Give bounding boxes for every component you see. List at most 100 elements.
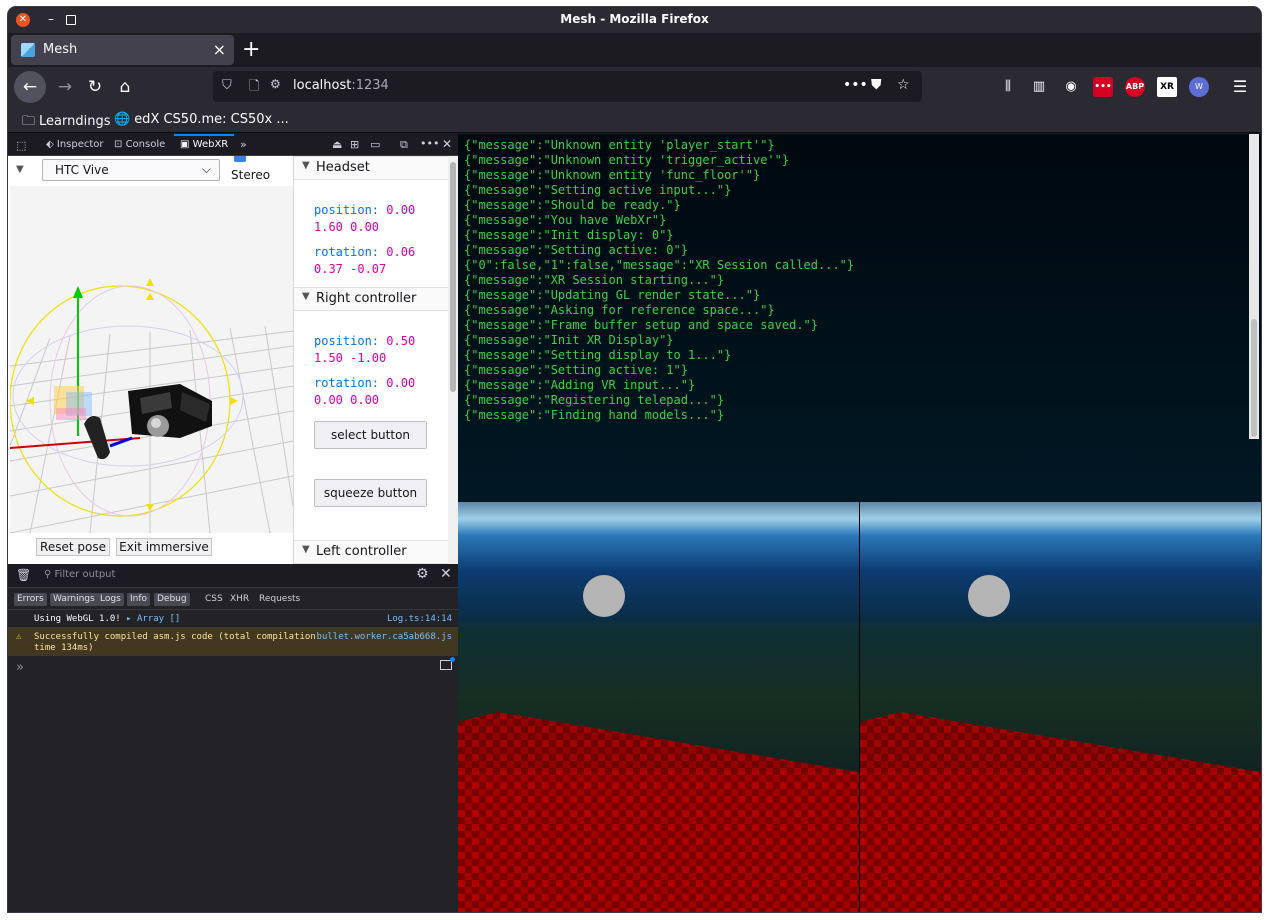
tab-inspector[interactable]: ⬖ Inspector [46, 139, 104, 150]
scrollbar-thumb[interactable] [450, 162, 456, 392]
folder-icon: 🗀 [22, 114, 36, 129]
page-content[interactable]: {"message":"Unknown entity 'player_start… [458, 134, 1261, 912]
log-scrollbar-thumb[interactable] [1251, 319, 1257, 437]
log-line: {"message":"Unknown entity 'player_start… [464, 138, 775, 152]
rotation-x-value[interactable]: 0.00 [386, 376, 415, 390]
extension-lastpass-icon[interactable]: ••• [1093, 77, 1113, 97]
extension-adblock-icon[interactable]: ABP [1125, 77, 1145, 97]
tab-webxr[interactable]: ▣ WebXR [180, 139, 228, 150]
filter-css[interactable]: CSS [205, 594, 223, 604]
reload-button[interactable]: ↻ [82, 74, 108, 100]
console-message-warning: ⚠ Successfully compiled asm.js code (tot… [8, 628, 458, 656]
filter-xhr[interactable]: XHR [230, 594, 249, 604]
reset-pose-button[interactable]: Reset pose [36, 538, 110, 556]
console-input-prompt[interactable]: » [16, 660, 24, 675]
position-x-value[interactable]: 0.50 [386, 334, 415, 348]
filter-errors[interactable]: Errors [14, 593, 47, 606]
console-settings-icon[interactable]: ⚙ [416, 566, 429, 582]
rotation-yz-value[interactable]: 0.37 -0.07 [314, 262, 386, 276]
stereo-checkbox[interactable] [234, 156, 246, 162]
log-scrollbar[interactable] [1249, 134, 1259, 439]
console-sidebar-icon[interactable] [440, 657, 455, 670]
active-tab-indicator [174, 134, 234, 136]
clear-console-icon[interactable]: 🗑 [16, 568, 31, 582]
title-bar: ✕ – Mesh - Mozilla Firefox [8, 7, 1261, 33]
bookmark-learndings[interactable]: 🗀 Learndings [22, 112, 110, 134]
console-message-log: Using WebGL 1.0! ▸ Array [] Log.ts:14:14 [8, 610, 458, 628]
url-host: localhost [293, 78, 352, 93]
exit-immersive-button[interactable]: Exit immersive [116, 538, 212, 556]
device-select-value: HTC Vive [55, 163, 109, 177]
xr-device-3d-view[interactable] [10, 186, 293, 533]
squeeze-button[interactable]: squeeze button [314, 479, 427, 507]
responsive-mode-icon[interactable]: ⏏ [332, 138, 342, 151]
page-actions-icon[interactable]: ••• [843, 77, 868, 93]
warning-source-link[interactable]: bullet.worker.ca5ab668.js [317, 632, 452, 642]
log-array[interactable]: ▸ Array [] [126, 614, 180, 624]
log-lines: {"message":"Unknown entity 'player_start… [464, 138, 854, 423]
filter-warnings[interactable]: Warnings [50, 593, 98, 606]
left-controller-title: Left controller [316, 544, 407, 559]
bookmark-edx-cs50[interactable]: 🌐 edX CS50.me: CS50x ... [114, 112, 289, 127]
sidebar-icon[interactable]: ▥ [1029, 77, 1049, 97]
filter-logs[interactable]: Logs [97, 593, 124, 606]
log-text: Using WebGL 1.0! ▸ Array [] [34, 614, 180, 625]
filter-output-input[interactable]: ⚲ Filter output [44, 569, 115, 580]
url-text: localhost:1234 [293, 78, 389, 93]
more-tabs-icon[interactable]: » [240, 138, 247, 151]
rotation-x-value[interactable]: 0.06 [386, 245, 415, 259]
tab-bar: Mesh × + [8, 33, 1261, 67]
right-controller-section-header[interactable]: ▼ Right controller [294, 287, 449, 311]
library-icon[interactable]: ⫼ [998, 77, 1018, 97]
page-icon: 🗋 [249, 79, 260, 94]
forward-button[interactable]: → [52, 74, 78, 100]
back-button[interactable]: ← [14, 71, 46, 103]
tab-favicon-icon [21, 43, 35, 57]
warning-message-line2: time 134ms) [34, 643, 94, 653]
device-select[interactable]: HTC Vive ⌵ [42, 159, 220, 181]
pick-frame-icon[interactable]: ⊞ [350, 138, 359, 151]
filter-info[interactable]: Info [127, 593, 151, 606]
stereo-effect-toggle[interactable]: Stereo [231, 156, 271, 182]
select-button[interactable]: select button [314, 421, 427, 449]
url-bar[interactable]: ⛉ 🗋 ⚙ localhost:1234 ••• ⛊ ☆ [213, 71, 922, 102]
tab-console[interactable]: ⊡ Console [114, 139, 165, 150]
filter-placeholder: Filter output [54, 569, 116, 580]
collapse-triangle-icon[interactable]: ▼ [16, 164, 24, 175]
position-key: position: [314, 334, 380, 348]
home-button[interactable]: ⌂ [112, 74, 138, 100]
element-picker-icon[interactable]: ⬚ [16, 139, 26, 152]
devtools-menu-icon[interactable]: ••• [420, 137, 439, 150]
pose-controls: Reset pose Exit immersive [8, 536, 293, 562]
dock-icon[interactable]: ⧉ [400, 138, 408, 152]
pocket-icon[interactable]: ⛊ [871, 77, 882, 93]
headset-section-header[interactable]: ▼ Headset [294, 156, 449, 180]
stereo-label: Stereo [231, 168, 271, 182]
tab-close-icon[interactable]: × [213, 40, 226, 59]
rotation-yz-value[interactable]: 0.00 0.00 [314, 393, 379, 407]
left-controller-section-header[interactable]: ▼ Left controller [294, 540, 449, 564]
tab-mesh[interactable]: Mesh × [11, 35, 234, 65]
properties-scrollbar[interactable] [448, 156, 458, 564]
extension-wappalyzer-icon[interactable]: W [1189, 77, 1209, 97]
permissions-icon[interactable]: ⚙ [270, 77, 281, 91]
extension-webxr-icon[interactable]: XR [1157, 77, 1177, 97]
filter-requests[interactable]: Requests [259, 594, 300, 604]
filter-debug[interactable]: Debug [154, 593, 190, 606]
new-tab-button[interactable]: + [242, 37, 260, 62]
log-source-link[interactable]: Log.ts:14:14 [387, 614, 452, 624]
account-icon[interactable]: ◉ [1061, 77, 1081, 97]
console-close-icon[interactable]: ✕ [440, 566, 452, 582]
position-yz-value[interactable]: 1.60 0.00 [314, 220, 379, 234]
bookmark-star-icon[interactable]: ☆ [897, 77, 910, 93]
globe-icon: 🌐 [114, 112, 131, 127]
tracking-protection-shield-icon[interactable]: ⛉ [222, 78, 232, 93]
rulers-icon[interactable]: ▭ [370, 138, 380, 151]
position-x-value[interactable]: 0.00 [386, 203, 415, 217]
right-controller-position: position: 0.50 1.50 -1.00 [314, 333, 415, 367]
menu-icon[interactable]: ☰ [1230, 77, 1250, 97]
position-yz-value[interactable]: 1.50 -1.00 [314, 351, 386, 365]
rotation-key: rotation: [314, 376, 380, 390]
devtools-close-icon[interactable]: ✕ [442, 137, 452, 151]
stereo-render-view[interactable] [458, 502, 1261, 912]
